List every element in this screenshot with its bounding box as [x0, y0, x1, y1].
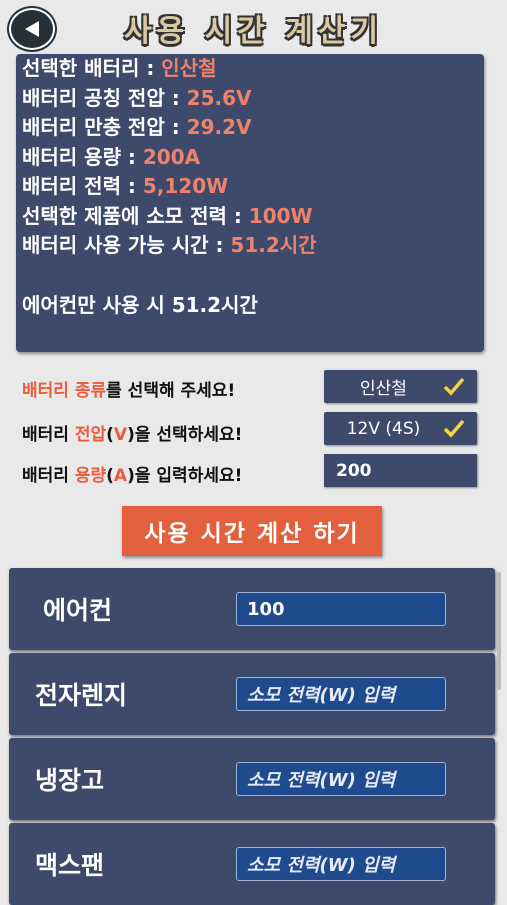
appliance-item: 냉장고 소모 전력(W) 입력	[9, 738, 495, 820]
appliance-name: 에어컨	[43, 596, 113, 625]
info-full-voltage: 배터리 만충 전압 : 29.2V	[22, 115, 252, 139]
info-battery-type: 선택한 배터리 : 인산철	[22, 56, 217, 80]
battery-type-select[interactable]: 인산철	[324, 370, 477, 403]
info-capacity: 배터리 용량 : 200A	[22, 144, 201, 169]
battery-voltage-prompt: 배터리 전압(V)을 선택하세요!	[22, 425, 243, 445]
appliance-name: 맥스팬	[35, 851, 105, 880]
page-title: 사용 시간 계산기	[123, 14, 384, 49]
info-consumption: 선택한 제품에 소모 전력 : 100W	[22, 203, 313, 228]
info-runtime: 배터리 사용 가능 시간 : 51.2시간	[22, 233, 317, 257]
check-icon	[443, 377, 469, 397]
appliance-name: 냉장고	[35, 766, 105, 795]
battery-capacity-input[interactable]: 200	[324, 454, 477, 487]
power-input[interactable]: 소모 전력(W) 입력	[236, 847, 446, 881]
list-scrollbar[interactable]	[497, 572, 501, 690]
calculate-button[interactable]: 사용 시간 계산 하기	[122, 506, 382, 556]
power-input[interactable]: 소모 전력(W) 입력	[236, 677, 446, 711]
info-nominal-voltage: 배터리 공칭 전압 : 25.6V	[22, 85, 252, 110]
power-input[interactable]: 100	[236, 592, 446, 626]
battery-voltage-select[interactable]: 12V (4S)	[324, 412, 477, 445]
info-power: 배터리 전력 : 5,120W	[22, 174, 229, 198]
battery-capacity-prompt: 배터리 용량(A)을 입력하세요!	[22, 466, 243, 486]
appliance-item: 에어컨 100	[9, 568, 495, 650]
power-input[interactable]: 소모 전력(W) 입력	[236, 762, 446, 796]
battery-type-prompt: 배터리 종류를 선택해 주세요!	[22, 381, 236, 401]
appliance-item: 맥스팬 소모 전력(W) 입력	[9, 823, 495, 905]
check-icon	[443, 419, 469, 439]
appliance-name: 전자렌지	[35, 681, 128, 710]
info-summary: 에어컨만 사용 시 51.2시간	[22, 292, 258, 317]
result-panel: 선택한 배터리 : 인산철 배터리 공칭 전압 : 25.6V 배터리 만충 전…	[16, 54, 484, 352]
appliance-item: 전자렌지 소모 전력(W) 입력	[9, 653, 495, 735]
